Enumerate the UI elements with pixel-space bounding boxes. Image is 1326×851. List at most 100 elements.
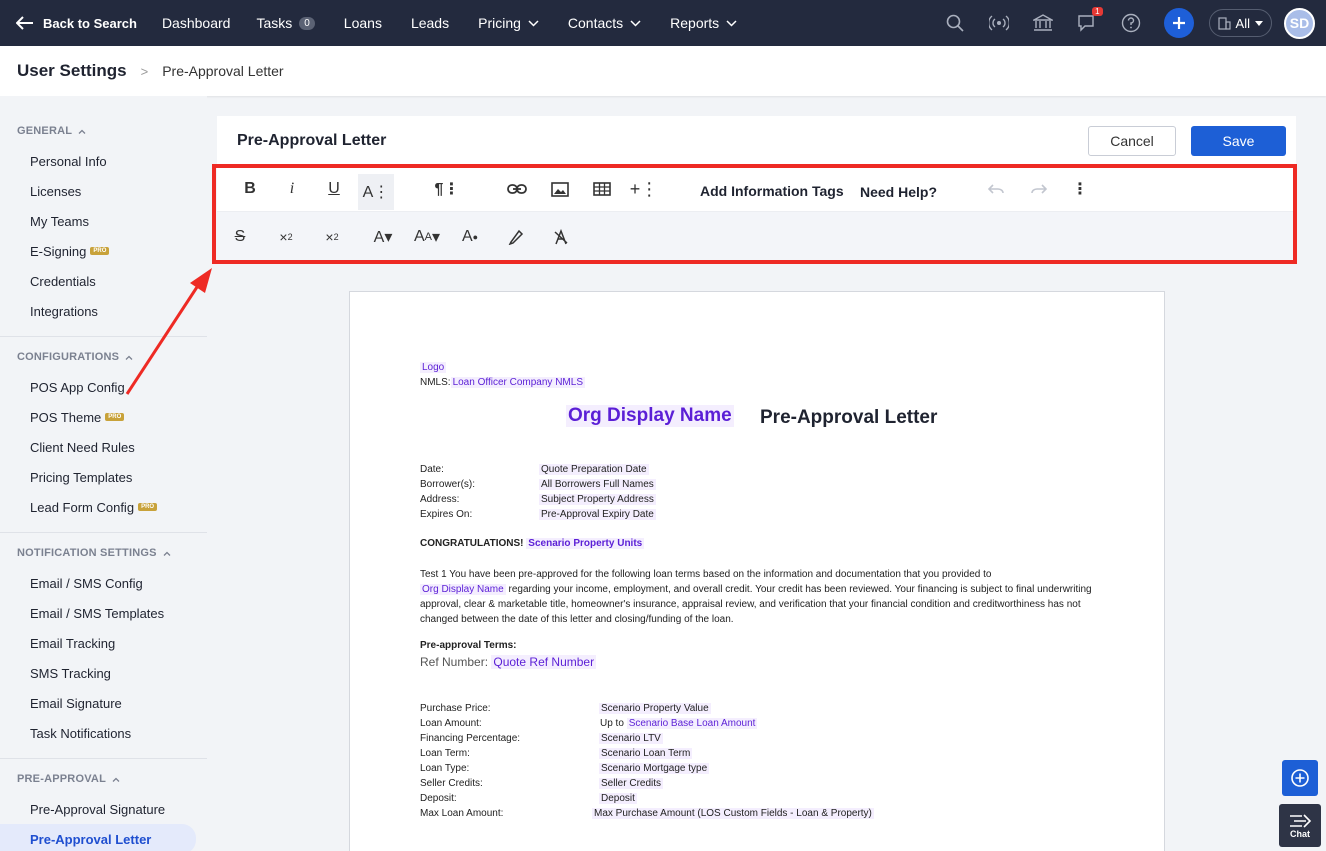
congrats-tag[interactable]: Scenario Property Units [526, 538, 645, 549]
strikethrough-icon[interactable]: S [222, 220, 258, 254]
subscript-icon[interactable]: × 2 [268, 220, 304, 254]
body-text: regarding your income, employment, and o… [420, 584, 1092, 625]
letter-document[interactable]: Logo NMLS: Loan Officer Company NMLS Org … [349, 291, 1165, 851]
nav-contacts[interactable]: Contacts [568, 15, 641, 31]
bank-icon[interactable] [1032, 12, 1054, 34]
editor-toolbar: B i U A⋮ ¶⋮ +⋮ Add Information Tags Need… [217, 168, 1294, 260]
highlight-brush-icon[interactable] [498, 220, 534, 254]
save-button[interactable]: Save [1191, 126, 1286, 156]
bold-icon[interactable]: B [232, 172, 268, 206]
sidebar-item-integrations[interactable]: Integrations [0, 296, 207, 326]
nav-dashboard[interactable]: Dashboard [162, 15, 231, 31]
body-org-tag[interactable]: Org Display Name [420, 584, 506, 595]
plus-circle-icon [1291, 769, 1309, 787]
sidebar-item-task-notifications[interactable]: Task Notifications [0, 718, 207, 748]
sidebar-item-label: Email / SMS Config [30, 575, 143, 591]
broadcast-icon[interactable] [988, 12, 1010, 34]
section-configurations-header[interactable]: CONFIGURATIONS [17, 342, 207, 372]
help-icon[interactable] [1120, 12, 1142, 34]
sidebar-item-email-signature[interactable]: Email Signature [0, 688, 207, 718]
italic-icon[interactable]: i [274, 172, 310, 206]
nmls-tag[interactable]: Loan Officer Company NMLS [450, 377, 585, 388]
floating-add-button[interactable] [1282, 760, 1318, 796]
term-tag[interactable]: Scenario Mortgage type [599, 763, 710, 774]
section-general-header[interactable]: GENERAL [17, 116, 207, 146]
sidebar-item-e-signing[interactable]: E-Signing PRO [0, 236, 207, 266]
chat-button[interactable]: Chat [1279, 804, 1321, 847]
logo-tag[interactable]: Logo [420, 362, 447, 373]
nav-reports[interactable]: Reports [670, 15, 737, 31]
sidebar-item-personal-info[interactable]: Personal Info [0, 146, 207, 176]
term-tag[interactable]: Max Purchase Amount (LOS Custom Fields -… [592, 808, 874, 819]
more-options-icon[interactable]: ⋮ [1062, 172, 1098, 206]
field-tag[interactable]: All Borrowers Full Names [539, 479, 656, 490]
sidebar-item-my-teams[interactable]: My Teams [0, 206, 207, 236]
table-icon[interactable] [584, 172, 620, 206]
add-information-tags-button[interactable]: Add Information Tags [700, 183, 844, 199]
org-display-name-tag[interactable]: Org Display Name [566, 405, 734, 427]
underline-icon[interactable]: U [316, 172, 352, 206]
text-color-icon[interactable]: A ● [452, 220, 488, 254]
sidebar-item-label: SMS Tracking [30, 665, 111, 681]
announcement-icon[interactable]: 1 [1076, 7, 1103, 34]
nav-leads-label: Leads [410, 15, 450, 31]
clear-formatting-icon[interactable] [543, 220, 579, 254]
search-icon[interactable] [944, 12, 966, 34]
sidebar-item-pos-app-config[interactable]: POS App Config [0, 372, 207, 402]
ref-number-line: Ref Number: Quote Ref Number [420, 655, 597, 669]
redo-icon[interactable] [1021, 172, 1057, 206]
term-tag[interactable]: Deposit [599, 793, 637, 804]
back-to-search-link[interactable]: Back to Search [16, 16, 137, 31]
letter-heading: Pre-Approval Letter [760, 407, 938, 428]
term-label: Loan Term: [420, 748, 470, 759]
section-pre-approval-header[interactable]: PRE-APPROVAL [17, 764, 207, 794]
field-tag[interactable]: Quote Preparation Date [539, 464, 649, 475]
sidebar-item-pre-approval-signature[interactable]: Pre-Approval Signature [0, 794, 207, 824]
breadcrumb-user-settings[interactable]: User Settings [17, 61, 127, 81]
sidebar-item-client-need-rules[interactable]: Client Need Rules [0, 432, 207, 462]
term-tag[interactable]: Scenario Property Value [599, 703, 711, 714]
sidebar-item-email-sms-templates[interactable]: Email / SMS Templates [0, 598, 207, 628]
nav-leads[interactable]: Leads [411, 15, 449, 31]
avatar[interactable]: SD [1284, 7, 1315, 39]
section-notification-settings-header[interactable]: NOTIFICATION SETTINGS [17, 538, 207, 568]
more-text-icon[interactable]: A⋮ [358, 174, 394, 210]
term-tag[interactable]: Scenario Loan Term [599, 748, 693, 759]
font-family-icon[interactable]: A▾ [365, 220, 401, 254]
sidebar-item-pre-approval-letter[interactable]: Pre-Approval Letter [0, 824, 196, 851]
sidebar-item-licenses[interactable]: Licenses [0, 176, 207, 206]
cancel-button[interactable]: Cancel [1088, 126, 1176, 156]
sidebar-item-sms-tracking[interactable]: SMS Tracking [0, 658, 207, 688]
quick-add-button[interactable] [1163, 8, 1194, 38]
nmls-label: NMLS: [420, 377, 451, 388]
plus-icon [1172, 17, 1185, 29]
superscript-icon[interactable]: × 2 [314, 220, 350, 254]
term-tag[interactable]: Scenario Base Loan Amount [626, 718, 758, 729]
insert-more-icon[interactable]: +⋮ [626, 172, 662, 206]
scope-select[interactable]: All [1208, 9, 1272, 37]
term-tag[interactable]: Seller Credits [599, 778, 664, 789]
nav-loans[interactable]: Loans [344, 15, 382, 31]
link-icon[interactable] [499, 172, 535, 206]
chevron-down-icon [528, 19, 539, 27]
ref-tag[interactable]: Quote Ref Number [491, 655, 597, 669]
field-tag[interactable]: Pre-Approval Expiry Date [539, 509, 656, 520]
chat-label: Chat [1290, 828, 1310, 839]
need-help-link[interactable]: Need Help? [860, 184, 937, 200]
page-scrollbar[interactable] [1318, 98, 1326, 851]
term-tag[interactable]: Scenario LTV [599, 733, 663, 744]
sidebar-item-email-sms-config[interactable]: Email / SMS Config [0, 568, 207, 598]
font-size-icon[interactable]: A A ▾ [409, 220, 445, 254]
sidebar-item-credentials[interactable]: Credentials [0, 266, 207, 296]
sidebar-item-email-tracking[interactable]: Email Tracking [0, 628, 207, 658]
undo-icon[interactable] [978, 172, 1014, 206]
field-label: Address: [420, 494, 460, 505]
nav-pricing[interactable]: Pricing [478, 15, 539, 31]
paragraph-format-icon[interactable]: ¶⋮ [429, 172, 465, 206]
sidebar-item-pricing-templates[interactable]: Pricing Templates [0, 462, 207, 492]
nav-tasks[interactable]: Tasks 0 [256, 15, 315, 31]
sidebar-item-lead-form-config[interactable]: Lead Form Config PRO [0, 492, 207, 522]
field-tag[interactable]: Subject Property Address [539, 494, 656, 505]
sidebar-item-pos-theme[interactable]: POS Theme PRO [0, 402, 207, 432]
image-icon[interactable] [542, 172, 578, 206]
